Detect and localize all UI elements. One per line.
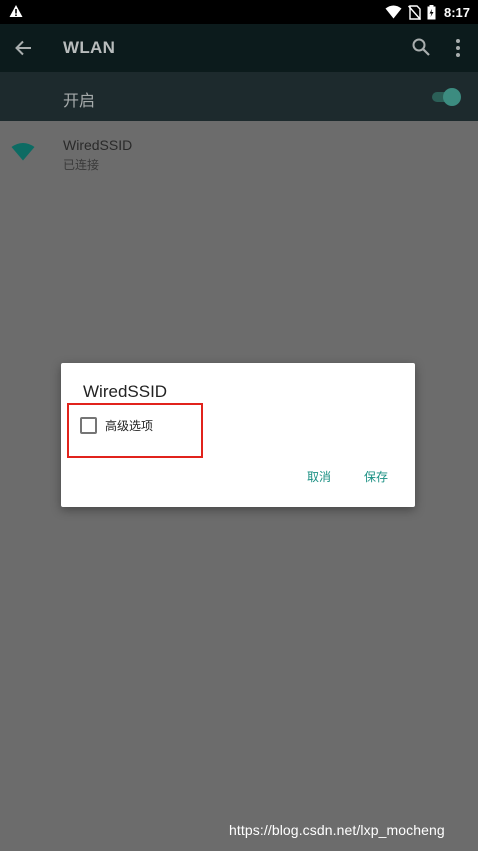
network-dialog: WiredSSID 高级选项 取消 保存	[61, 363, 415, 507]
warning-icon	[9, 5, 23, 17]
status-time: 8:17	[443, 4, 470, 20]
page-title: WLAN	[63, 38, 116, 57]
toggle-thumb	[443, 88, 461, 106]
save-button[interactable]: 保存	[364, 468, 388, 485]
dialog-title: WiredSSID	[83, 382, 168, 401]
status-bar: 8:17	[0, 0, 478, 24]
network-list-item[interactable]: WiredSSID 已连接	[0, 121, 478, 181]
app-bar: WLAN	[0, 24, 478, 72]
battery-icon	[427, 4, 436, 19]
back-arrow-icon[interactable]	[14, 38, 34, 58]
network-status: 已连接	[63, 158, 100, 172]
highlight-annotation-box	[67, 403, 203, 458]
watermark-text: https://blog.csdn.net/lxp_mocheng	[229, 822, 445, 838]
wlan-toggle[interactable]	[430, 88, 461, 106]
wlan-switch-bar[interactable]: 开启	[0, 72, 478, 121]
no-sim-icon	[407, 4, 421, 20]
wifi-full-icon	[11, 143, 35, 161]
cancel-button[interactable]: 取消	[307, 468, 331, 485]
more-vert-icon[interactable]	[450, 37, 466, 59]
switch-label: 开启	[63, 93, 96, 110]
wifi-signal-icon	[385, 5, 402, 19]
network-ssid: WiredSSID	[63, 137, 133, 153]
status-icons: 8:17	[385, 3, 470, 21]
search-icon[interactable]	[411, 37, 431, 57]
